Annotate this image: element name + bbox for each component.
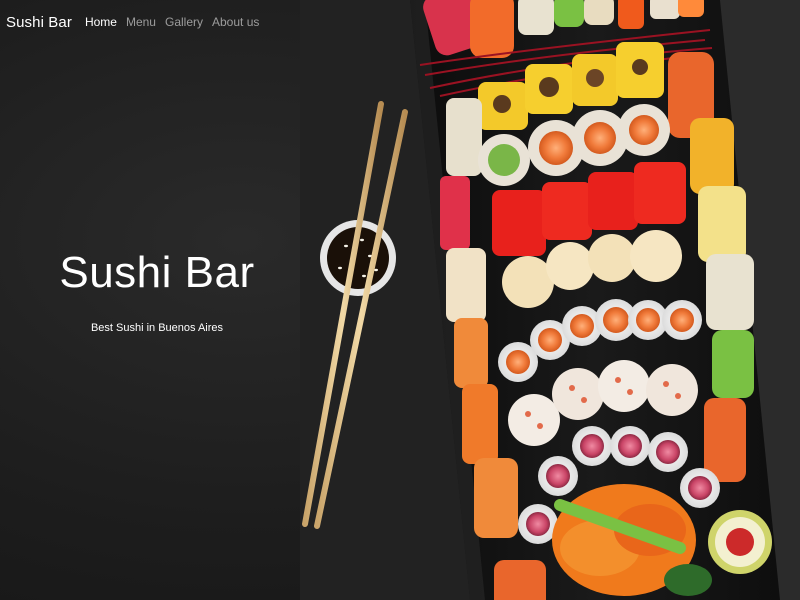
nav-link-gallery[interactable]: Gallery bbox=[165, 15, 203, 29]
lime-garnish bbox=[708, 510, 772, 574]
navbar: Sushi Bar Home Menu Gallery About us bbox=[0, 0, 800, 44]
sushi-platter-image bbox=[300, 0, 800, 600]
nav-link-home[interactable]: Home bbox=[85, 15, 117, 29]
brand-link[interactable]: Sushi Bar bbox=[6, 14, 72, 31]
nav-link-about-us[interactable]: About us bbox=[212, 15, 259, 29]
hero-subtitle: Best Sushi in Buenos Aires bbox=[90, 322, 224, 334]
hero-page: Sushi Bar Home Menu Gallery About us Sus… bbox=[0, 0, 800, 600]
hero-title: Sushi Bar bbox=[59, 248, 255, 297]
nav-link-menu[interactable]: Menu bbox=[126, 15, 156, 29]
